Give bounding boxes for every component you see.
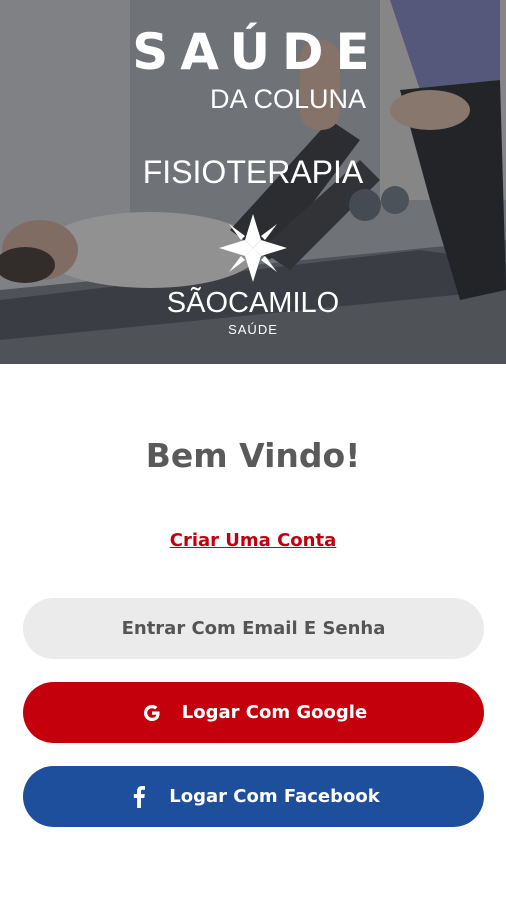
create-account-link[interactable]: Criar Uma Conta bbox=[0, 530, 506, 551]
google-login-label: Logar Com Google bbox=[181, 702, 368, 723]
hero-subtitle: DA COLUNA bbox=[209, 84, 367, 114]
hero-section-title: FISIOTERAPIA bbox=[142, 154, 364, 190]
facebook-login-label: Logar Com Facebook bbox=[169, 786, 380, 807]
brand-name: SÃOCAMILO bbox=[166, 287, 340, 319]
email-login-button[interactable]: Entrar Com Email E Senha bbox=[23, 598, 484, 659]
sao-camilo-cross-logo bbox=[219, 214, 287, 282]
hero-title: SAÚDE bbox=[132, 23, 382, 81]
facebook-login-button[interactable]: Logar Com Facebook bbox=[23, 766, 484, 827]
welcome-heading: Bem Vindo! bbox=[145, 436, 361, 475]
google-login-button[interactable]: Logar Com Google bbox=[23, 682, 484, 743]
google-icon bbox=[140, 701, 164, 725]
hero-banner: SAÚDE DA COLUNA FISIOTERAPIA SÃOCAMILO S… bbox=[0, 0, 506, 364]
email-login-label: Entrar Com Email E Senha bbox=[121, 618, 386, 639]
facebook-icon bbox=[127, 785, 151, 809]
brand-subtitle: SAÚDE bbox=[228, 322, 278, 337]
